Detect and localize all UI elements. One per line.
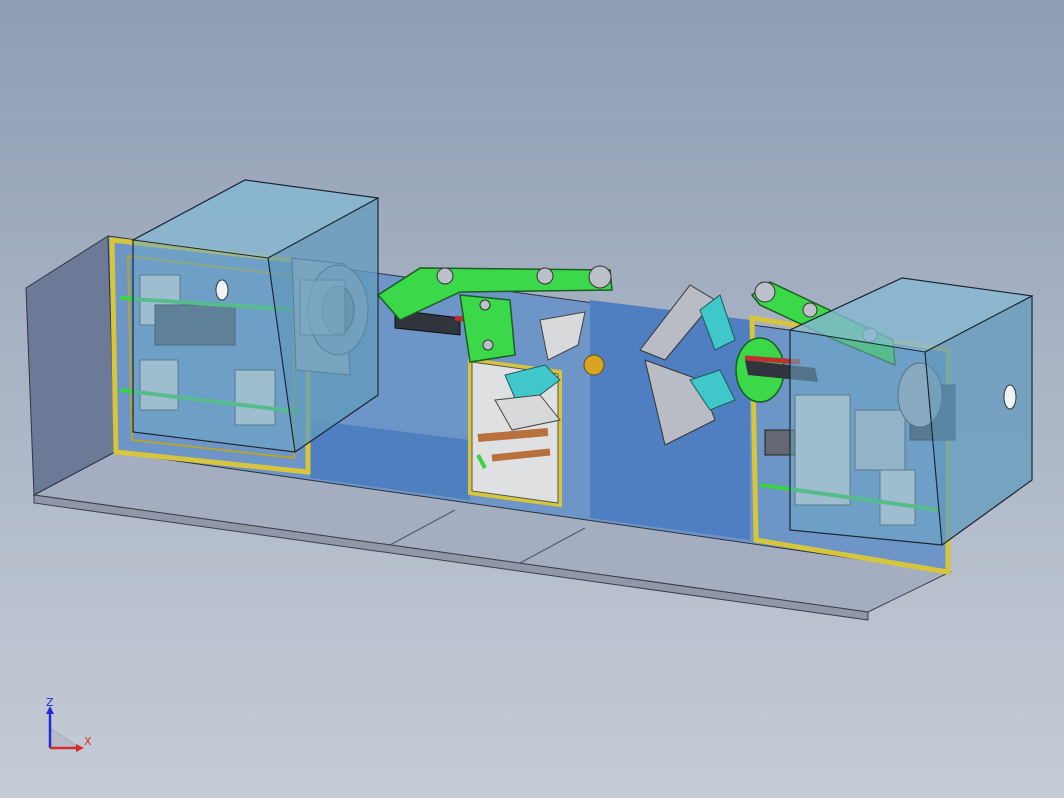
right-glass-enclosure bbox=[788, 277, 1034, 546]
assembly-model[interactable] bbox=[0, 0, 1064, 798]
z-axis-label: Z bbox=[46, 698, 54, 709]
left-glass-enclosure bbox=[131, 179, 380, 453]
coordinate-triad: Z X bbox=[46, 698, 92, 752]
x-axis-label: X bbox=[84, 735, 92, 748]
cad-viewport[interactable]: Z X bbox=[0, 0, 1064, 798]
triad-plane-icon bbox=[49, 727, 81, 749]
